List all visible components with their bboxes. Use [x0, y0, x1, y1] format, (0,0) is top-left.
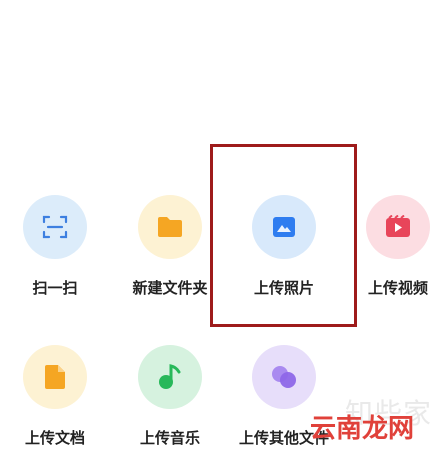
watermark-main-text: 云南龙网 — [309, 414, 414, 444]
video-icon — [386, 215, 410, 237]
grid-item-new-folder[interactable]: 新建文件夹 — [115, 195, 225, 305]
other-files-icon — [272, 366, 296, 388]
other-files-icon-circle — [252, 345, 316, 409]
music-icon — [159, 364, 181, 389]
scan-icon — [42, 215, 68, 239]
grid-item-upload-music[interactable]: 上传音乐 — [115, 345, 225, 455]
grid-item-upload-document[interactable]: 上传文档 — [0, 345, 110, 455]
music-icon-circle — [138, 345, 202, 409]
upload-music-label: 上传音乐 — [139, 429, 200, 447]
document-icon — [45, 365, 65, 389]
grid-item-scan[interactable]: 扫一扫 — [0, 195, 110, 305]
folder-icon-circle — [138, 195, 202, 259]
folder-icon — [158, 217, 182, 237]
video-icon-circle — [366, 195, 430, 259]
upload-document-label: 上传文档 — [24, 429, 85, 447]
scan-label: 扫一扫 — [32, 279, 78, 297]
document-icon-circle — [23, 345, 87, 409]
scan-icon-circle — [23, 195, 87, 259]
grid-item-upload-video[interactable]: 上传视频 — [343, 195, 440, 305]
highlight-box — [210, 144, 357, 327]
